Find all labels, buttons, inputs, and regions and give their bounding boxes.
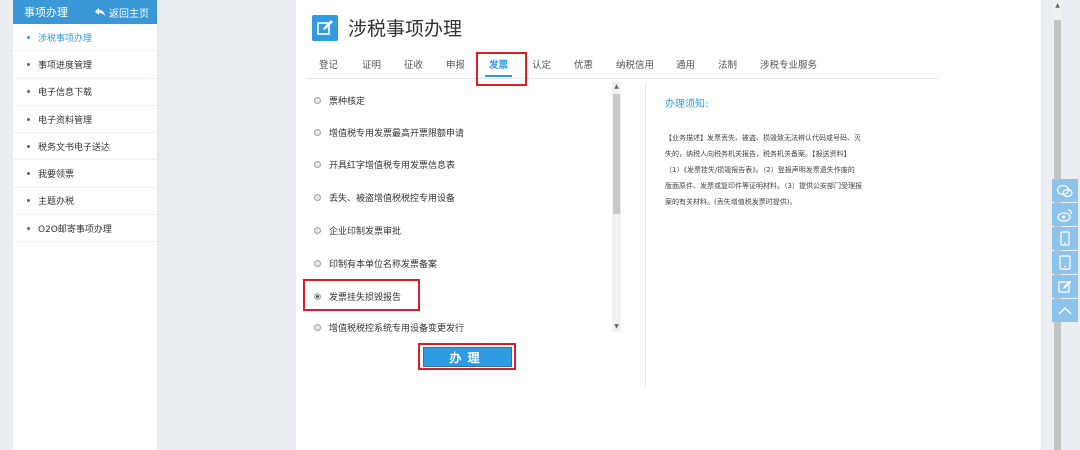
back-home-label: 返回主页 <box>109 8 149 20</box>
mobile-icon[interactable] <box>1052 227 1078 250</box>
weibo-icon[interactable] <box>1052 203 1078 226</box>
radio-button[interactable] <box>314 194 321 201</box>
radio-button[interactable] <box>314 324 321 331</box>
back-home-link[interactable]: 返回主页 <box>95 5 149 20</box>
tab-bar: 登记 证明 征收 申报 发票 认定 优惠 纳税信用 通用 法制 涉税专业服务 <box>306 56 939 79</box>
sidebar-item-download[interactable]: 电子信息下载 <box>13 79 157 106</box>
sidebar-header: 事项办理 返回主页 <box>13 0 157 24</box>
tablet-icon[interactable] <box>1052 251 1078 274</box>
wechat-icon[interactable] <box>1052 179 1078 202</box>
submit-button[interactable]: 办理 <box>423 347 512 367</box>
page-title: 涉税事项办理 <box>348 18 463 40</box>
notice-title: 办理须知: <box>665 99 709 110</box>
option-list: 票种核定 增值税专用发票最高开票限额申请 开具红字增值税专用发票信息表 丢失、被… <box>302 82 620 332</box>
edit-icon[interactable] <box>1052 275 1078 298</box>
bullet-icon <box>27 199 30 203</box>
sidebar-item-label: 涉税事项办理 <box>38 33 93 44</box>
floating-toolbar <box>1052 179 1078 323</box>
tab-professional-service[interactable]: 涉税专业服务 <box>760 56 817 76</box>
tab-recognition[interactable]: 认定 <box>532 56 551 76</box>
main-panel: 涉税事项办理 登记 证明 征收 申报 发票 认定 优惠 纳税信用 通用 法制 涉… <box>296 0 1041 450</box>
notice-line: （1）《发票挂失/损毁报告表》。（2）登报声明发票遗失作废的 <box>665 166 855 174</box>
option-label: 企业印制发票审批 <box>329 227 402 237</box>
sidebar-item-label: O2O邮寄事项办理 <box>38 224 112 235</box>
option-label: 票种核定 <box>329 97 366 107</box>
option-item[interactable]: 增值税专用发票最高开票限额申请 <box>314 126 464 139</box>
column-divider <box>645 82 646 387</box>
notice-line: 失的，纳税人向税务机关报告，税务机关备案。【报送资料】 <box>665 150 851 158</box>
option-item[interactable]: 丢失、被盗增值税税控专用设备 <box>314 191 455 204</box>
sidebar: 事项办理 返回主页 涉税事项办理 事项进度管理 电子信息下载 电子资料管理 税务… <box>13 0 158 450</box>
option-item[interactable]: 票种核定 <box>314 94 365 107</box>
tab-declaration[interactable]: 申报 <box>446 56 465 76</box>
tab-invoice[interactable]: 发票 <box>485 56 513 77</box>
sidebar-item-o2o[interactable]: O2O邮寄事项办理 <box>13 215 157 243</box>
option-label: 开具红字增值税专用发票信息表 <box>329 161 456 171</box>
option-item[interactable]: 印制有本单位名称发票备案 <box>314 257 437 270</box>
notice-line: 【业务描述】发票丢失、被盗、损毁致无法辨认代码或号码、灭 <box>665 134 861 142</box>
option-label: 发票挂失损毁报告 <box>329 293 402 303</box>
notice-line: 版面原件、发票或复印件等证明材料。（3）提供公安部门受理报 <box>665 182 862 190</box>
sidebar-item-e-delivery[interactable]: 税务文书电子送达 <box>13 133 157 161</box>
sidebar-item-label: 税务文书电子送达 <box>38 142 111 153</box>
sidebar-title: 事项办理 <box>24 6 68 19</box>
sidebar-item-tax-matters[interactable]: 涉税事项办理 <box>13 24 157 52</box>
sidebar-item-label: 电子信息下载 <box>38 88 93 99</box>
sidebar-item-label: 主题办税 <box>38 197 75 208</box>
option-label: 丢失、被盗增值税税控专用设备 <box>329 194 456 204</box>
tab-tax-credit[interactable]: 纳税信用 <box>616 56 654 76</box>
bullet-icon <box>27 62 30 66</box>
radio-button-checked[interactable] <box>314 293 321 300</box>
bullet-icon <box>27 90 30 94</box>
tab-preferential[interactable]: 优惠 <box>574 56 593 76</box>
option-label: 增值税税控系统专用设备变更发行 <box>329 324 465 332</box>
option-item[interactable]: 企业印制发票审批 <box>314 224 401 237</box>
notice-body: 【业务描述】发票丢失、被盗、损毁致无法辨认代码或号码、灭 失的，纳税人向税务机关… <box>665 130 890 210</box>
sidebar-item-get-invoice[interactable]: 我要领票 <box>13 160 157 188</box>
tab-general[interactable]: 通用 <box>676 56 695 76</box>
notice-panel: 办理须知: 【业务描述】发票丢失、被盗、损毁致无法辨认代码或号码、灭 失的，纳税… <box>665 95 890 210</box>
sidebar-item-theme[interactable]: 主题办税 <box>13 188 157 216</box>
bullet-icon <box>27 172 30 176</box>
sidebar-item-progress[interactable]: 事项进度管理 <box>13 51 157 79</box>
bullet-icon <box>27 35 30 39</box>
bullet-icon <box>27 117 30 121</box>
tab-certificate[interactable]: 证明 <box>362 56 381 76</box>
option-item-selected[interactable]: 发票挂失损毁报告 <box>314 290 401 303</box>
back-to-top-icon[interactable] <box>1052 299 1078 322</box>
sidebar-item-label: 事项进度管理 <box>38 60 93 71</box>
bullet-icon <box>27 144 30 148</box>
bullet-icon <box>27 226 30 230</box>
option-label: 增值税专用发票最高开票限额申请 <box>329 129 465 139</box>
sidebar-item-label: 电子资料管理 <box>38 115 93 126</box>
scroll-down-icon[interactable]: ▼ <box>612 322 621 332</box>
radio-button[interactable] <box>314 129 321 136</box>
tab-collection[interactable]: 征收 <box>404 56 423 76</box>
scroll-up-icon[interactable]: ▲ <box>1053 2 1062 9</box>
option-item[interactable]: 开具红字增值税专用发票信息表 <box>314 158 455 171</box>
option-label: 印制有本单位名称发票备案 <box>329 260 438 270</box>
sidebar-item-label: 我要领票 <box>38 170 75 181</box>
radio-button[interactable] <box>314 227 321 234</box>
option-item[interactable]: 增值税税控系统专用设备变更发行 <box>314 321 464 332</box>
tab-legal[interactable]: 法制 <box>718 56 737 76</box>
scroll-thumb[interactable] <box>613 94 620 214</box>
page-header: 涉税事项办理 <box>312 14 462 41</box>
tab-registration[interactable]: 登记 <box>319 56 338 76</box>
back-arrow-icon <box>95 8 105 16</box>
edit-icon <box>312 14 338 41</box>
radio-button[interactable] <box>314 97 321 104</box>
radio-button[interactable] <box>314 161 321 168</box>
option-list-scrollbar[interactable]: ▲ ▼ <box>612 82 621 332</box>
scroll-up-icon[interactable]: ▲ <box>612 82 621 92</box>
sidebar-item-e-docs[interactable]: 电子资料管理 <box>13 106 157 134</box>
notice-line: 案的有关材料。(丢失增值税发票时提供)。 <box>665 198 797 206</box>
radio-button[interactable] <box>314 260 321 267</box>
